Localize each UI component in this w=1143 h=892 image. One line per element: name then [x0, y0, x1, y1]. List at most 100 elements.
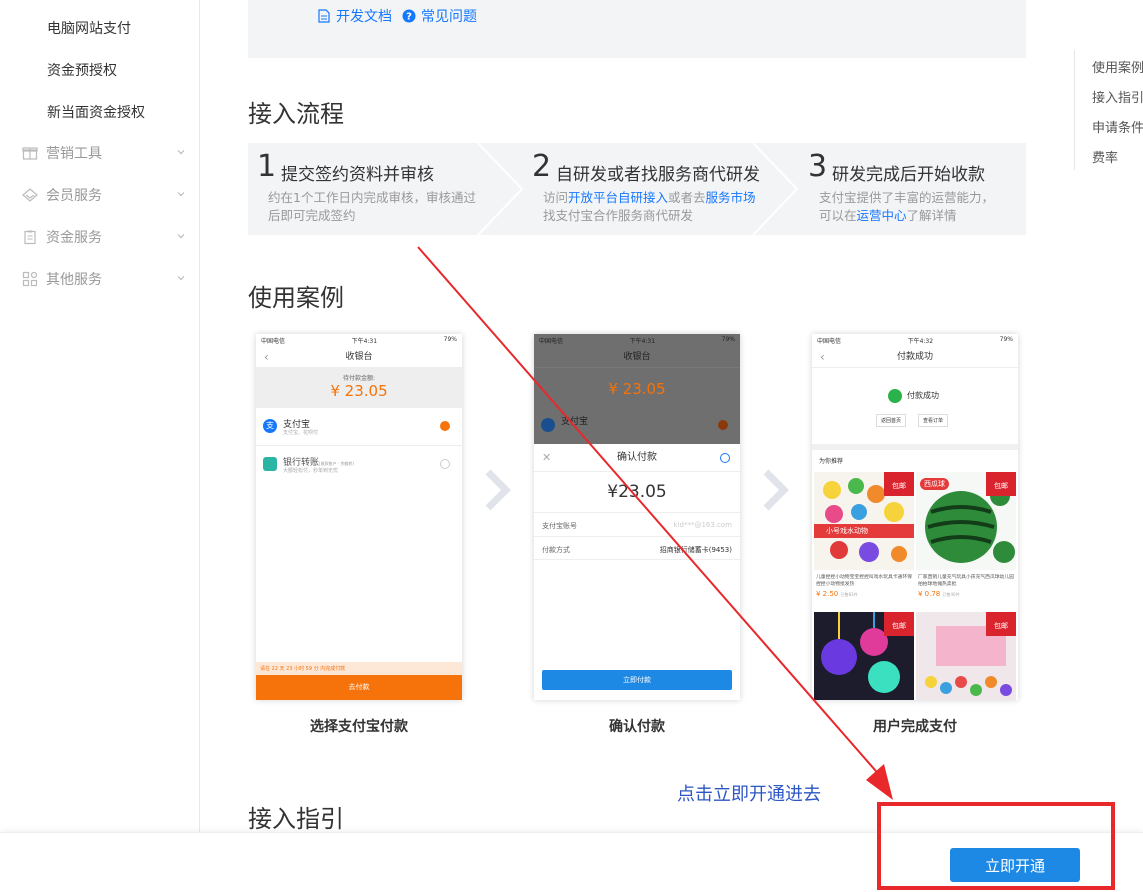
- chevron-right-icon: [763, 469, 789, 511]
- nav-title: 收银台: [623, 352, 651, 362]
- status-bar: 中国电信 下午4:31 79%: [534, 334, 740, 346]
- step-2: 2 自研发或者找服务商代研发 访问开放平台自研接入或者去服务市场 找支付宝合作服…: [524, 143, 764, 235]
- step-desc-line: 后即可完成签约: [268, 208, 356, 223]
- success-top: 中国电信 下午4:32 79% ‹ 付款成功 付款成功 返回首页 查看订单: [812, 334, 1018, 444]
- doc-links: 开发文档 ? 常见问题: [318, 6, 477, 26]
- sidebar-group-other[interactable]: 其他服务: [22, 268, 187, 290]
- text: (收款账户 · 余额转): [319, 461, 354, 466]
- check-icon: [718, 420, 728, 430]
- confirm-sheet: ✕ 确认付款 ¥23.05 支付宝账号 kid***@163.com 付款方式 …: [534, 444, 740, 700]
- caption-confirm-pay: 确认付款: [609, 719, 665, 735]
- product-price: ¥ 0.78: [918, 590, 941, 598]
- step-desc: 支付宝提供了丰富的运营能力， 可以在运营中心了解详情: [819, 189, 994, 225]
- row-label: 支付宝账号: [542, 522, 577, 530]
- phone-screenshot-confirm: 中国电信 下午4:31 79% 收银台 ¥ 23.05 支付宝 ✕ 确认付款 ¥23…: [534, 334, 740, 700]
- caption-payment-complete: 用户完成支付: [873, 719, 957, 735]
- step-desc: 约在1个工作日内完成审核，审核通过 后即可完成签约: [268, 189, 476, 225]
- row-value: kid***@163.com: [673, 521, 732, 529]
- product-desc: 厂家直销儿童充气玩具小孩充气西瓜球幼儿园拍拍球地摊热卖批: [918, 575, 1014, 587]
- pay-button: 去付款: [256, 675, 462, 700]
- sidebar-item-new-f2f-preauth[interactable]: 新当面资金授权: [47, 102, 145, 122]
- section-title-process: 接入流程: [248, 100, 344, 128]
- phone-screenshot-success: 中国电信 下午4:32 79% ‹ 付款成功 付款成功 返回首页 查看订单 为你推荐 …: [812, 334, 1018, 700]
- service-market-link[interactable]: 服务市场: [706, 190, 756, 205]
- anchor-conditions[interactable]: 申请条件: [1092, 117, 1143, 136]
- nav-bar: 收银台: [534, 346, 740, 368]
- sheet-title: 确认付款: [617, 452, 657, 463]
- row-value: 招商银行储蓄卡(9453): [659, 546, 732, 554]
- success-check-icon: [888, 389, 902, 403]
- text: 了解详情: [906, 208, 957, 223]
- countdown: 请在 22 天 23 小时 59 分 内完成付款: [256, 662, 462, 675]
- chevron-down-icon: [177, 276, 185, 281]
- time: 下午4:32: [907, 338, 934, 345]
- alipay-icon: [541, 418, 555, 432]
- caption-choose-alipay: 选择支付宝付款: [310, 719, 408, 735]
- chevron-down-icon: [177, 234, 185, 239]
- status-bar: 中国电信 下午4:31 79%: [256, 334, 462, 346]
- check-icon: [440, 421, 450, 431]
- back-icon: ‹: [264, 350, 269, 364]
- amount: ¥ 23.05: [330, 382, 388, 400]
- ops-center-link[interactable]: 运营中心: [857, 208, 907, 223]
- option-title: 支付宝: [561, 417, 589, 427]
- anchor-fee[interactable]: 费率: [1092, 147, 1118, 166]
- product-sold: 已售40件: [942, 592, 960, 597]
- step-number: 3: [808, 149, 828, 184]
- status-bar: 中国电信 下午4:32 79%: [812, 334, 1018, 346]
- anchor-cases[interactable]: 使用案例: [1092, 57, 1143, 76]
- free-shipping-badge: 包邮: [884, 472, 914, 496]
- product-image-watermelon: 西瓜球 包邮: [916, 472, 1016, 570]
- step-title: 提交签约资料并审核: [281, 165, 434, 185]
- faq-link[interactable]: 常见问题: [421, 6, 477, 26]
- nav-title: 收银台: [345, 352, 373, 362]
- section-title-guide: 接入指引: [248, 805, 344, 833]
- product-image-light-balls: 包邮: [814, 612, 914, 700]
- free-shipping-badge: 包邮: [986, 612, 1016, 636]
- time: 下午4:31: [629, 338, 656, 345]
- help-icon: ?: [402, 9, 416, 23]
- open-platform-link[interactable]: 开放平台自研接入: [568, 190, 668, 205]
- sidebar-group-label: 其他服务: [46, 272, 102, 288]
- anchor-guide[interactable]: 接入指引: [1092, 87, 1143, 106]
- chevron-down-icon: [177, 150, 185, 155]
- carrier: 中国电信: [261, 338, 286, 345]
- recommend-title: 为你推荐: [819, 458, 844, 465]
- annotation-highlight-box: [877, 802, 1115, 890]
- sidebar-group-fund[interactable]: 资金服务: [22, 226, 187, 248]
- product-image-box-toys: 包邮: [916, 612, 1016, 700]
- badge-text: 包邮: [994, 622, 1008, 630]
- clipboard-icon: [24, 230, 36, 245]
- amount: ¥ 23.05: [608, 380, 666, 398]
- sidebar-group-member[interactable]: 会员服务: [22, 184, 187, 206]
- step-number: 2: [532, 149, 552, 184]
- free-shipping-badge: 包邮: [884, 612, 914, 636]
- sidebar-item-pc-web-pay[interactable]: 电脑网站支付: [47, 18, 131, 38]
- document-icon: [318, 9, 330, 23]
- chevron-right-icon: [485, 469, 511, 511]
- order-button: 查看订单: [918, 414, 949, 427]
- option-alipay: 支 支付宝 支付宝、花呗付: [256, 408, 462, 446]
- sidebar-group-label: 会员服务: [46, 188, 102, 204]
- step-desc-line: 支付宝提供了丰富的运营能力，: [819, 190, 995, 205]
- sheet-header: ✕ 确认付款: [534, 444, 740, 472]
- step-3: 3 研发完成后开始收款 支付宝提供了丰富的运营能力， 可以在运营中心了解详情: [800, 143, 1026, 235]
- text: 或者去: [668, 190, 706, 205]
- row-account: 支付宝账号 kid***@163.com: [534, 512, 740, 536]
- nav-title: 付款成功: [896, 352, 933, 362]
- sidebar-item-fund-preauth[interactable]: 资金预授权: [47, 60, 117, 80]
- nav-bar: ‹ 收银台: [256, 346, 462, 368]
- text: 可以在: [819, 208, 857, 223]
- sheet-amount: ¥23.05: [607, 482, 667, 502]
- help-icon: [720, 453, 730, 463]
- step-desc-line: 约在1个工作日内完成审核，审核通过: [268, 190, 476, 205]
- dev-doc-link[interactable]: 开发文档: [336, 6, 392, 26]
- step-desc: 访问开放平台自研接入或者去服务市场 找支付宝合作服务商代研发: [543, 189, 756, 225]
- step-number: 1: [257, 149, 277, 184]
- badge-text: 包邮: [892, 482, 906, 490]
- svg-text:?: ?: [406, 12, 412, 23]
- sidebar-group-marketing[interactable]: 营销工具: [22, 142, 187, 164]
- product-price-row: ¥ 0.78 已售40件: [918, 590, 960, 598]
- badge-text: 包邮: [892, 622, 906, 630]
- doc-links-panel: 开发文档 ? 常见问题: [248, 0, 1026, 58]
